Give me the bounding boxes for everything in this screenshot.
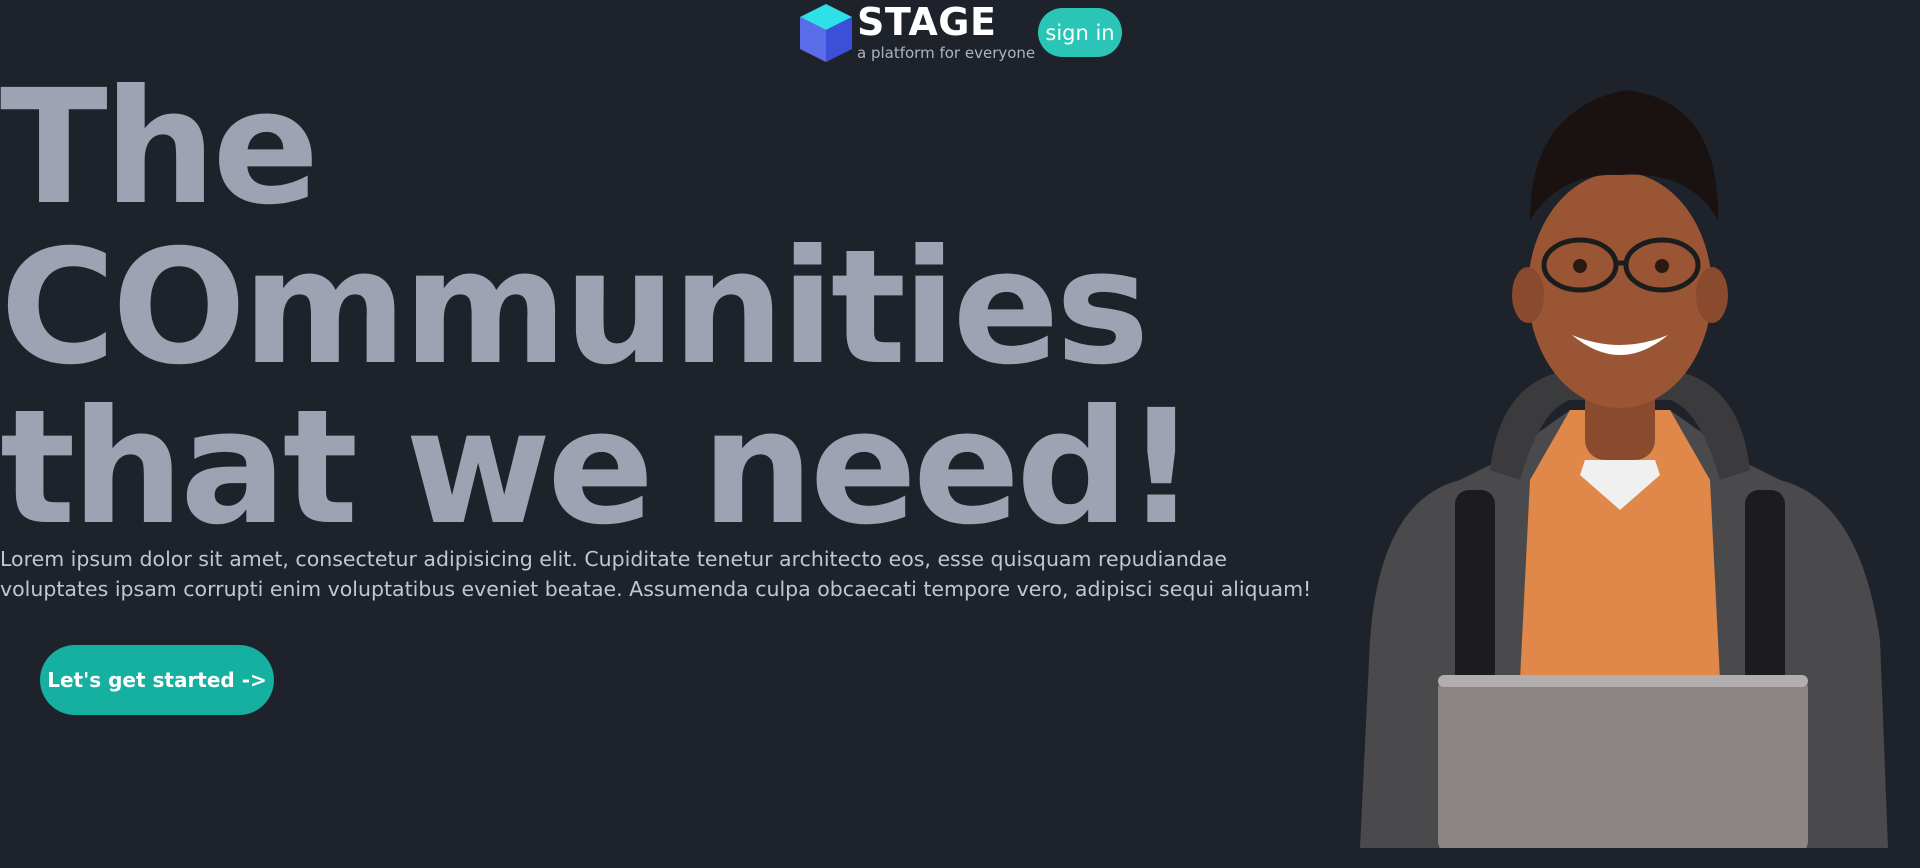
hero-description: Lorem ipsum dolor sit amet, consectetur … <box>0 547 1312 601</box>
hero-title-line: COmmunities <box>0 216 1150 400</box>
landing-page: STAGE a platform for everyone sign in Th… <box>0 0 1920 868</box>
student-with-laptop-illustration <box>1360 90 1888 848</box>
brand-name: STAGE <box>857 0 997 44</box>
get-started-button[interactable]: Let's get started -> <box>40 645 274 715</box>
hero-title: The COmmunities that we need! <box>0 56 1197 560</box>
brand-tagline: a platform for everyone <box>857 44 1036 62</box>
brand[interactable]: STAGE a platform for everyone <box>798 0 1038 64</box>
cube-logo-icon <box>800 4 852 62</box>
hero-title-line: The <box>0 56 319 240</box>
sign-in-button[interactable]: sign in <box>1038 8 1122 57</box>
header: STAGE a platform for everyone sign in <box>0 0 1920 64</box>
hero-title-line: that we need! <box>0 376 1197 560</box>
